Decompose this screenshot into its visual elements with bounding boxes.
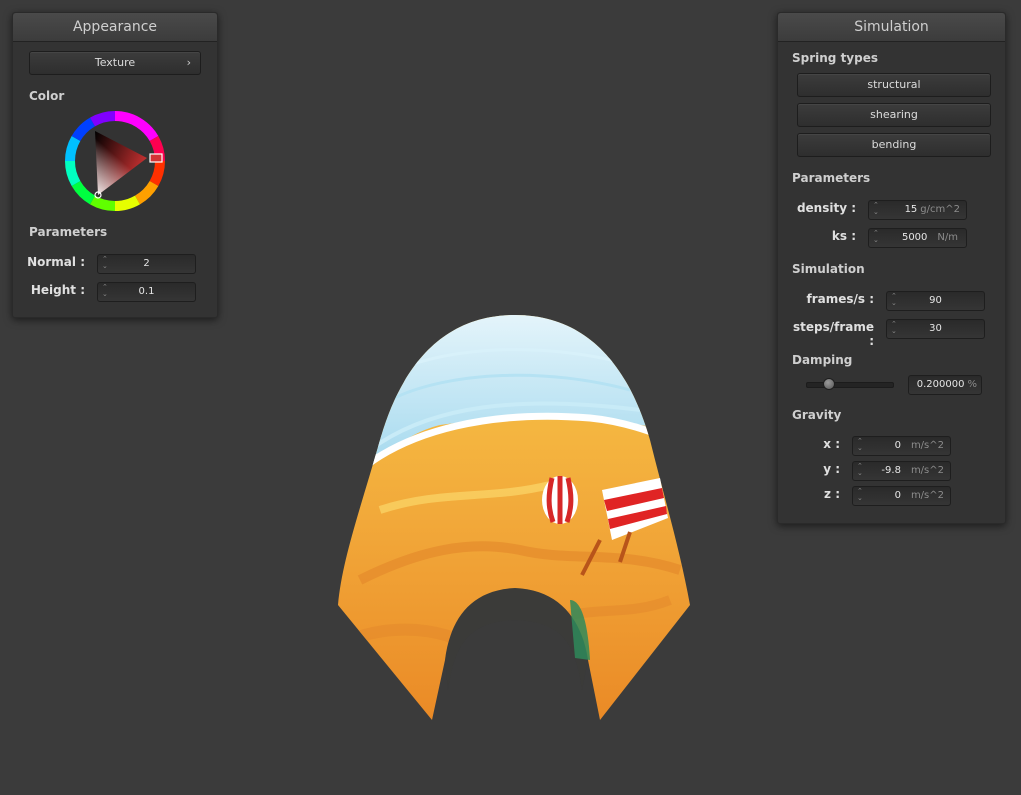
spring-types-label: Spring types <box>792 51 879 65</box>
simulation-parameters-label: Parameters <box>792 171 871 185</box>
gravity-x-label: x : <box>823 437 840 451</box>
appearance-parameters-label: Parameters <box>29 225 108 239</box>
spinner-arrows-icon[interactable]: ⌃ ⌄ <box>857 463 865 477</box>
cloth-viewport[interactable] <box>320 300 710 740</box>
gravity-y-input[interactable]: ⌃ ⌄ -9.8 m/s^2 <box>852 461 951 481</box>
spinner-arrows-icon[interactable]: ⌃ ⌄ <box>857 438 865 452</box>
density-label: density : <box>796 201 856 215</box>
hue-selector-marker[interactable] <box>149 153 163 163</box>
color-wheel[interactable] <box>65 111 165 211</box>
spinner-arrows-icon[interactable]: ⌃ ⌄ <box>857 488 865 502</box>
damping-label: Damping <box>792 353 853 367</box>
texture-button-label: Texture <box>94 56 136 69</box>
chevron-right-icon: › <box>186 56 191 69</box>
damping-slider[interactable] <box>806 382 894 388</box>
shearing-button[interactable]: shearing <box>797 103 991 127</box>
spinner-arrows-icon[interactable]: ⌃ ⌄ <box>873 230 881 244</box>
density-input[interactable]: ⌃ ⌄ 15 g/cm^2 <box>868 200 967 220</box>
normal-label: Normal : <box>27 255 85 269</box>
gravity-label: Gravity <box>792 408 842 422</box>
spinner-arrows-icon[interactable]: ⌃ ⌄ <box>873 202 881 216</box>
damping-slider-knob[interactable] <box>823 378 836 390</box>
frames-per-second-label: frames/s : <box>806 292 874 306</box>
damping-value-box[interactable]: 0.200000% <box>908 375 982 395</box>
structural-button[interactable]: structural <box>797 73 991 97</box>
appearance-panel-title[interactable]: Appearance <box>13 13 217 42</box>
height-label: Height : <box>30 283 85 297</box>
gravity-x-input[interactable]: ⌃ ⌄ 0 m/s^2 <box>852 436 951 456</box>
normal-input[interactable]: ⌃ ⌄ 2 <box>97 254 196 274</box>
gravity-z-label: z : <box>824 487 840 501</box>
texture-button[interactable]: Texture › <box>29 51 201 75</box>
appearance-panel: Appearance Texture › Color Parameters No… <box>12 12 218 318</box>
ks-input[interactable]: ⌃ ⌄ 5000 N/m <box>868 228 967 248</box>
bending-button[interactable]: bending <box>797 133 991 157</box>
steps-per-frame-input[interactable]: ⌃ ⌄ 30 <box>886 319 985 339</box>
color-section-label: Color <box>29 89 65 103</box>
gravity-z-input[interactable]: ⌃ ⌄ 0 m/s^2 <box>852 486 951 506</box>
cloth-mesh[interactable] <box>330 310 700 720</box>
height-input[interactable]: ⌃ ⌄ 0.1 <box>97 282 196 302</box>
simulation-panel: Simulation Spring types structural shear… <box>777 12 1006 524</box>
steps-per-frame-label: steps/frame : <box>792 320 874 348</box>
beach-ball <box>542 476 578 524</box>
frames-per-second-input[interactable]: ⌃ ⌄ 90 <box>886 291 985 311</box>
ks-label: ks : <box>831 229 856 243</box>
simulation-panel-title[interactable]: Simulation <box>778 13 1005 42</box>
simulation-section-label: Simulation <box>792 262 865 276</box>
gravity-y-label: y : <box>823 462 840 476</box>
